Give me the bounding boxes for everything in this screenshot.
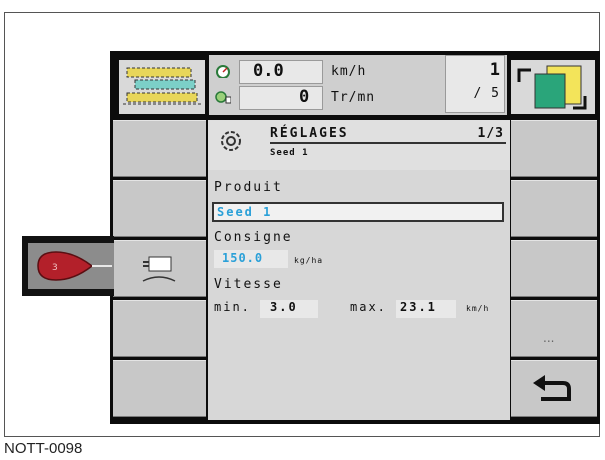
left-softkey-2[interactable] — [113, 180, 206, 237]
more-options-button[interactable]: ... — [511, 300, 597, 357]
panel-page: 1/3 — [477, 126, 504, 141]
settings-header: RÉGLAGES Seed 1 1/3 — [208, 120, 510, 170]
page-current: 1 — [489, 60, 500, 80]
min-value: 3.0 — [270, 300, 298, 314]
panel-title: RÉGLAGES — [270, 126, 349, 141]
page-indicator: 1 / 5 — [445, 55, 505, 113]
speed-unit: km/h — [331, 64, 367, 79]
max-label: max. — [350, 300, 387, 314]
min-label: min. — [214, 300, 251, 314]
speed-value: 0.0 — [253, 61, 284, 81]
speedometer-icon — [216, 65, 230, 78]
right-softkey-1[interactable] — [511, 120, 597, 177]
implement-layout-icon[interactable] — [119, 60, 205, 114]
produit-label: Produit — [214, 180, 283, 195]
return-arrow-icon — [533, 375, 571, 401]
right-softkey-3[interactable] — [511, 240, 597, 297]
rpm-unit: Tr/mn — [331, 90, 376, 105]
figure-caption: NOTT-0098 — [4, 440, 83, 457]
panel-subtitle: Seed 1 — [270, 148, 309, 158]
more-options-dots: ... — [543, 331, 555, 345]
right-softkeys: ... — [511, 120, 597, 420]
seed-hopper-icon — [142, 256, 176, 282]
side-tab-number: 3 — [52, 263, 58, 273]
consigne-label: Consigne — [214, 230, 293, 245]
right-softkey-2[interactable] — [511, 180, 597, 237]
side-tab-panel[interactable]: 3 — [28, 243, 114, 289]
vitesse-label: Vitesse — [214, 277, 283, 292]
page-total: / 5 — [473, 86, 500, 101]
vitesse-unit: km/h — [466, 304, 490, 313]
title-divider — [270, 142, 506, 144]
gear-icon — [221, 131, 241, 151]
max-value: 23.1 — [400, 300, 437, 314]
consigne-unit: kg/ha — [294, 256, 324, 265]
implement-layout-icon-graphic — [123, 67, 201, 105]
consigne-value: 150.0 — [222, 251, 264, 265]
left-softkey-4[interactable] — [113, 300, 206, 357]
status-bar: 0.0 km/h 0 Tr/mn 1 / 5 — [113, 55, 597, 118]
left-softkeys — [113, 120, 206, 420]
produit-field[interactable]: Seed 1 — [212, 202, 504, 222]
external-side-tab: 3 — [22, 236, 114, 296]
back-button[interactable] — [511, 360, 597, 417]
section-control-icon-graphic — [517, 65, 587, 110]
left-softkey-3[interactable] — [113, 240, 206, 297]
rpm-value: 0 — [299, 87, 310, 107]
speed-panel: 0.0 km/h 0 Tr/mn 1 / 5 — [209, 55, 507, 115]
settings-panel: RÉGLAGES Seed 1 1/3 Produit Seed 1 Consi… — [208, 120, 510, 420]
seeder-marker-icon: 3 — [37, 251, 112, 281]
pto-rpm-icon — [215, 91, 231, 104]
section-control-icon[interactable] — [511, 60, 595, 114]
produit-value: Seed 1 — [217, 205, 273, 219]
left-softkey-5[interactable] — [113, 360, 206, 417]
left-softkey-1[interactable] — [113, 120, 206, 177]
rpm-value-box — [239, 86, 323, 110]
